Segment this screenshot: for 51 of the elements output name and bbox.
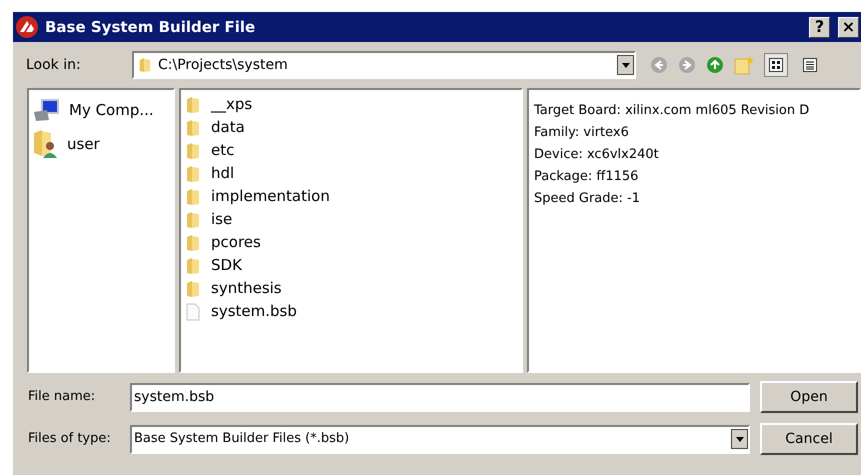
place-item[interactable]: My Comp... [69, 98, 154, 122]
folder-icon [138, 56, 152, 74]
grid-view-icon [769, 58, 783, 72]
file-item[interactable]: data [211, 116, 245, 139]
file-item[interactable]: __xps [211, 93, 252, 116]
user-folder-icon [33, 129, 59, 159]
file-icon [185, 302, 201, 320]
look-in-label: Look in: [26, 56, 82, 74]
folder-icon [185, 142, 201, 160]
look-in-dropdown[interactable]: C:\Projects\system [132, 51, 636, 79]
dropdown-arrow-button[interactable] [617, 55, 634, 75]
folder-icon [185, 256, 201, 274]
look-in-value: C:\Projects\system [158, 56, 289, 74]
computer-icon [33, 98, 61, 122]
file-type-value: Base System Builder Files (*.bsb) [134, 430, 350, 448]
dropdown-arrow-button[interactable] [731, 429, 748, 449]
preview-line: Target Board: xilinx.com ml605 Revision D [534, 102, 810, 120]
file-type-dropdown[interactable]: Base System Builder Files (*.bsb) [130, 424, 750, 454]
cancel-button[interactable]: Cancel [760, 423, 858, 455]
file-item[interactable]: pcores [211, 231, 261, 254]
file-type-label: Files of type: [28, 430, 112, 448]
file-item[interactable]: implementation [211, 185, 330, 208]
folder-icon [185, 188, 201, 206]
preview-line: Package: ff1156 [534, 168, 640, 186]
window-title: Base System Builder File [45, 16, 256, 38]
file-item[interactable]: system.bsb [211, 300, 297, 323]
file-name-field[interactable]: system.bsb [130, 382, 750, 412]
preview-line: Speed Grade: -1 [534, 190, 641, 208]
place-item[interactable]: user [67, 132, 100, 156]
file-item[interactable]: ise [211, 208, 232, 231]
view-button[interactable] [764, 53, 788, 77]
file-item[interactable]: SDK [211, 254, 242, 277]
caret-icon [622, 62, 630, 68]
preview-line: Family: virtex6 [534, 124, 630, 142]
list-view-icon [803, 58, 817, 72]
caret-icon [736, 436, 744, 442]
file-item[interactable]: synthesis [211, 277, 282, 300]
folder-icon [185, 164, 201, 182]
folder-icon [185, 210, 201, 228]
preview-line: Device: xc6vlx240t [534, 146, 660, 164]
close-button[interactable]: × [838, 16, 859, 38]
folder-icon [185, 96, 201, 114]
help-button[interactable]: ? [809, 16, 830, 38]
folder-icon [185, 280, 201, 298]
file-item[interactable]: etc [211, 139, 234, 162]
folder-icon [185, 118, 201, 136]
file-name-label: File name: [28, 388, 96, 406]
open-button[interactable]: Open [760, 381, 858, 413]
folder-icon [185, 234, 201, 252]
file-item[interactable]: hdl [211, 162, 234, 185]
app-logo-icon [15, 15, 39, 39]
